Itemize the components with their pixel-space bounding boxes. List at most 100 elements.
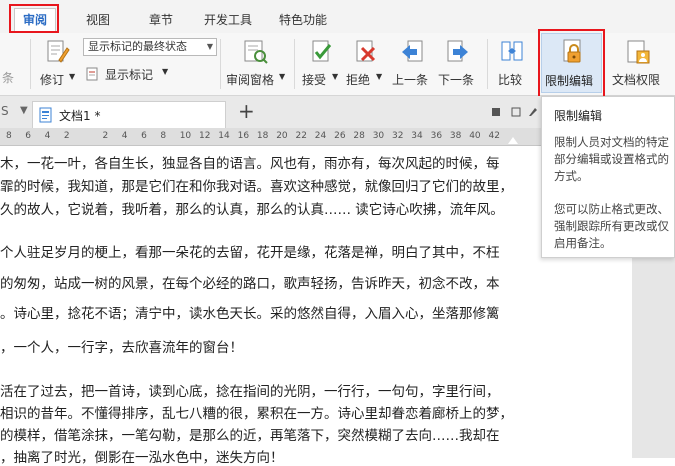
chevron-down-icon[interactable]: ▼	[20, 105, 28, 116]
markup-display-select[interactable]: 显示标记的最终状态 ▼	[83, 38, 217, 56]
ruler-tick-label: 18	[256, 131, 269, 141]
ruler-margin-marker[interactable]	[508, 137, 518, 144]
ruler-tick-label: 2	[63, 131, 70, 141]
accept-icon	[312, 40, 332, 62]
document-page[interactable]: 木，一花一叶，各自生长，独显各自的语言。风也有，雨亦有，每次风起的时候，每 霏的…	[0, 146, 632, 466]
ruler-tick-label: 40	[469, 131, 481, 141]
document-tab-label: 文档1 *	[59, 109, 101, 123]
chevron-down-icon: ▼	[206, 42, 213, 51]
paragraph-line: 久的故人，它说着，我听着，那么的认真，那么的认真…… 读它诗心吹拂，流年风。	[0, 202, 504, 218]
pen-icon[interactable]	[528, 107, 538, 117]
tooltip-line: 方式。	[554, 169, 589, 183]
review-pane-button[interactable]: 审阅窗格 ▼	[224, 37, 286, 93]
paragraph-line: 木，一花一叶，各自生长，独显各自的语言。风也有，雨亦有，每次风起的时候，每	[0, 156, 500, 172]
compare-button[interactable]: 比较	[494, 37, 530, 93]
restrict-editing-label: 限制编辑	[545, 74, 594, 88]
separator	[30, 39, 31, 89]
add-tab-button[interactable]: +	[238, 99, 255, 123]
track-changes-label: 修订	[40, 73, 65, 87]
ruler-tick-label: 2	[102, 131, 109, 141]
previous-change-button[interactable]: 上一条	[390, 37, 434, 93]
markup-display-value: 显示标记的最终状态	[88, 40, 187, 53]
ruler-tick-label: 28	[353, 131, 365, 141]
compare-icon	[501, 41, 523, 61]
reject-icon	[356, 40, 376, 62]
restrict-editing-button[interactable]: 限制编辑	[541, 33, 602, 93]
compare-label: 比较	[498, 73, 523, 87]
document-rights-label: 文档权限	[612, 73, 661, 87]
next-change-button[interactable]: 下一条	[436, 37, 480, 93]
ruler-tick-label: 6	[141, 131, 147, 141]
paragraph-line: 。诗心里，捻花不语；清宁中，读水色天长。采的悠然自得，入眉入心，坐落那修篱	[0, 306, 500, 322]
chevron-down-icon: ▼	[162, 67, 169, 76]
tab-chapter[interactable]: 章节	[143, 10, 179, 30]
ruler-tick-label: 10	[179, 131, 192, 141]
tooltip-line: 部分编辑或设置格式的	[554, 152, 669, 166]
show-markup-label: 显示标记	[105, 68, 154, 82]
chevron-down-icon: ▼	[279, 72, 286, 81]
previous-change-label: 上一条	[392, 73, 429, 87]
tab-special-features[interactable]: 特色功能	[273, 10, 333, 30]
tab-developer-tools[interactable]: 开发工具	[198, 10, 258, 30]
ruler-tick-label: 22	[295, 131, 307, 141]
ruler-tick-label: 16	[237, 131, 250, 141]
chevron-down-icon: ▼	[69, 72, 76, 81]
ruler-tick-label: 8	[6, 131, 12, 141]
ruler-tick-label: 4	[121, 131, 128, 141]
grid-icon[interactable]	[511, 107, 521, 117]
arrow-right-icon	[447, 40, 468, 62]
review-pane-icon	[244, 40, 268, 64]
paragraph-line: 的模样，借笔涂抹，一笔勾勒，是那么的近，再笔落下，突然模糊了去向……我却在	[0, 428, 500, 444]
ruler-tick-label: 34	[411, 131, 423, 141]
menu-tab-bar: 审阅 视图 章节 开发工具 特色功能	[0, 0, 675, 34]
track-changes-icon	[47, 40, 70, 63]
arrow-left-icon	[402, 40, 423, 62]
chevron-down-icon: ▼	[376, 72, 383, 81]
tooltip-line: 限制人员对文档的特定	[554, 135, 669, 149]
paragraph-line: 个人驻足岁月的梗上，看那一朵花的去留，花开是缘，花落是禅，明白了其中，不枉	[0, 245, 500, 261]
tab-view[interactable]: 视图	[80, 10, 116, 30]
next-change-label: 下一条	[438, 73, 475, 87]
accept-button[interactable]: 接受 ▼	[302, 37, 342, 93]
chevron-down-icon: ▼	[332, 72, 339, 81]
ruler-tick-label: 4	[44, 131, 51, 141]
ruler-tick-label: 24	[314, 131, 327, 141]
tooltip-line: 启用备注。	[554, 236, 612, 250]
tooltip-line: 强制跟踪所有更改或仅	[554, 219, 669, 233]
previous-tab-cut-label: S	[1, 104, 9, 118]
separator	[294, 39, 295, 89]
ruler-tick-label: 32	[392, 131, 404, 141]
document-rights-icon	[627, 40, 650, 64]
show-markup-button[interactable]: 显示标记 ▼	[86, 66, 176, 84]
ruler-tick-label: 12	[199, 131, 211, 141]
tooltip-line: 您可以防止格式更改、	[554, 202, 669, 216]
ruler-tick-label: 14	[218, 131, 230, 141]
tooltip-title: 限制编辑	[554, 109, 603, 123]
paragraph-line: 的匆匆，站成一树的风景，在每个必经的路口，歌声轻扬，告诉昨天，初念不改，本	[0, 276, 500, 292]
ruler-tick-label: 42	[488, 131, 500, 141]
ruler-tick-label: 8	[160, 131, 167, 141]
accept-label: 接受	[302, 73, 327, 87]
layout-icon[interactable]	[491, 107, 501, 117]
separator	[487, 39, 488, 89]
show-markup-icon	[86, 67, 98, 81]
ruler-tick-label: 6	[25, 131, 32, 141]
review-pane-label: 审阅窗格	[226, 73, 275, 87]
track-changes-button[interactable]: 修订 ▼	[38, 37, 78, 93]
word-document-icon	[39, 107, 52, 123]
ruler-tick-label: 30	[372, 131, 385, 141]
paragraph-line: 霏的时候，我知道，那是它们在和你我对语。喜欢这种感觉，就像回归了它们的故里，	[0, 179, 513, 195]
restrict-editing-tooltip: 限制编辑 限制人员对文档的特定 部分编辑或设置格式的 方式。 您可以防止格式更改…	[541, 96, 675, 258]
ruler-tick-label: 38	[449, 131, 462, 141]
tab-review[interactable]: 审阅	[14, 8, 56, 31]
paragraph-line: 相识的昔年。不懂得排序，乱七八糟的很，累积在一方。诗心里却眷恋着廊桥上的梦，	[0, 406, 513, 422]
document-rights-button[interactable]: 文档权限	[609, 37, 669, 93]
document-tab[interactable]: 文档1 *	[32, 101, 226, 128]
separator	[220, 39, 221, 89]
previous-group-cut-label: 条	[2, 71, 15, 85]
reject-button[interactable]: 拒绝 ▼	[346, 37, 386, 93]
reject-label: 拒绝	[346, 73, 371, 87]
ruler-tick-label: 20	[276, 131, 288, 141]
ruler-tick-label: 36	[430, 131, 443, 141]
ruler-tick-label: 26	[334, 131, 346, 141]
